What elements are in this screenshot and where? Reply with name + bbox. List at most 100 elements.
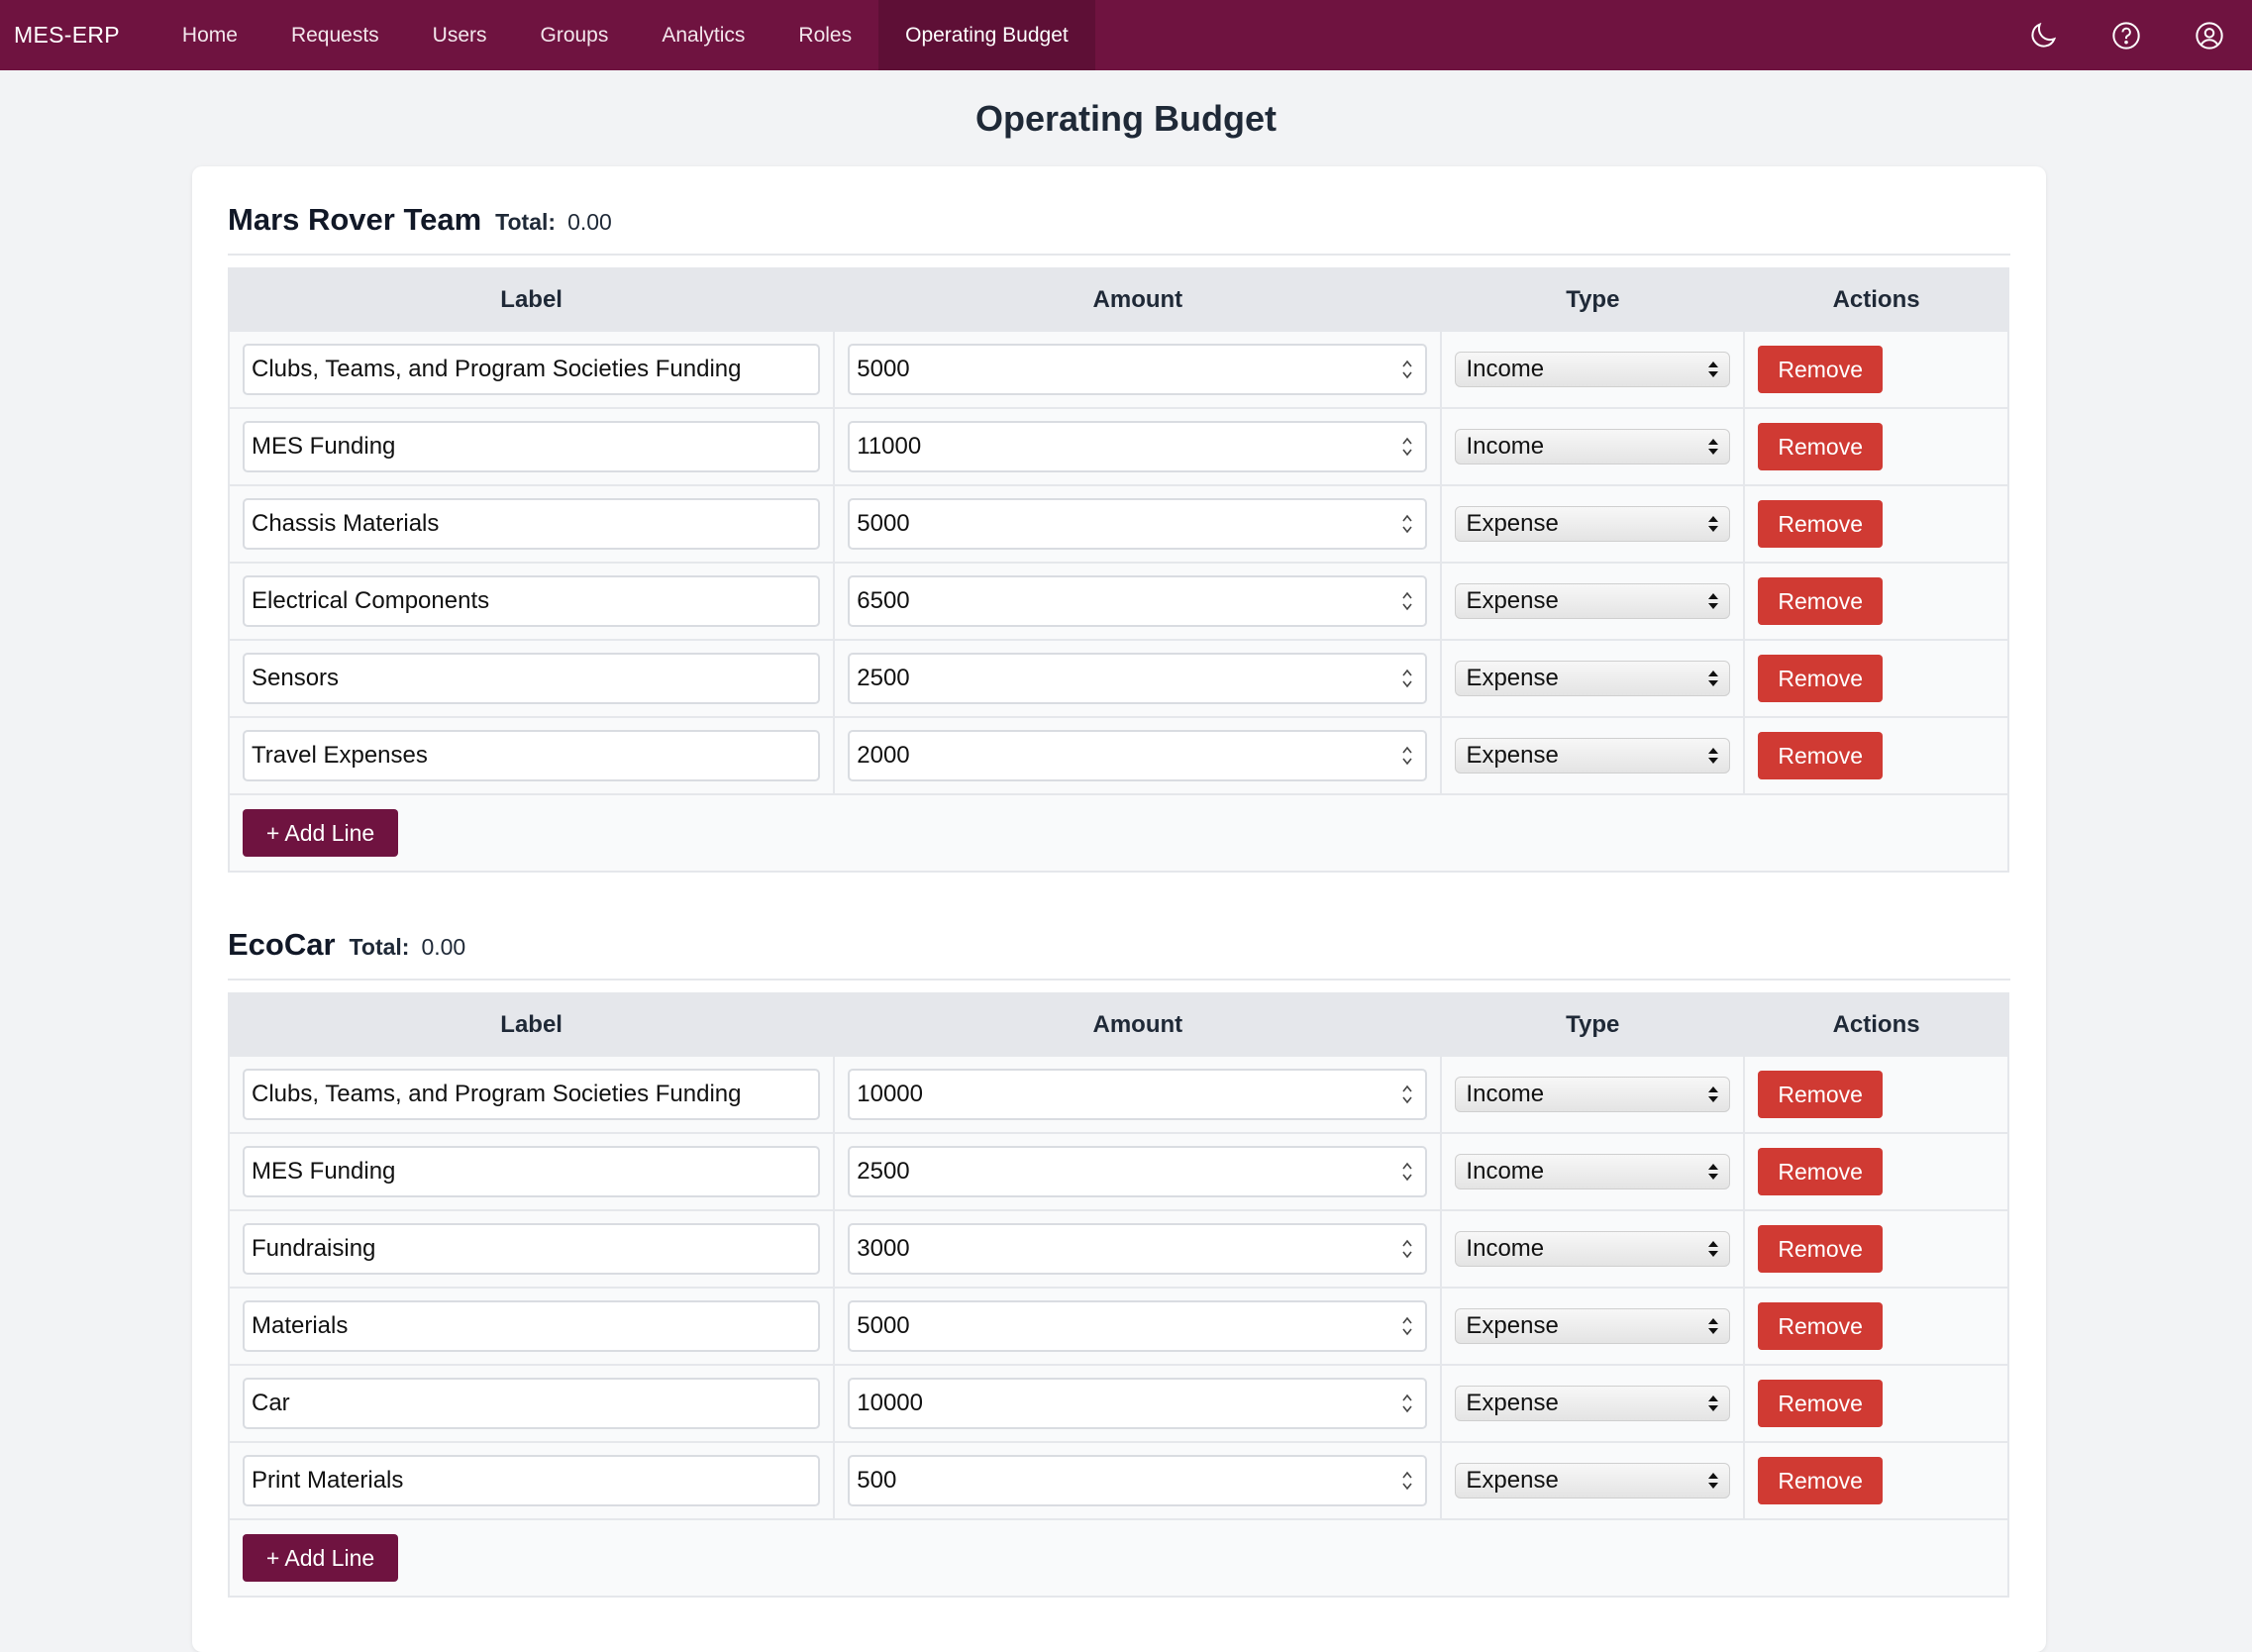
nav-item-roles[interactable]: Roles xyxy=(771,0,878,70)
label-input[interactable]: MES Funding xyxy=(243,421,821,472)
type-select[interactable]: Income xyxy=(1455,1077,1731,1112)
amount-input[interactable]: 3000 xyxy=(848,1223,1428,1275)
nav-item-home[interactable]: Home xyxy=(155,0,264,70)
nav-actions xyxy=(1977,0,2252,70)
type-select[interactable]: Expense xyxy=(1455,661,1731,696)
type-select[interactable]: Expense xyxy=(1455,1463,1731,1498)
stepper-icon[interactable] xyxy=(1400,511,1414,537)
type-select[interactable]: Expense xyxy=(1455,1308,1731,1344)
amount-input[interactable]: 2000 xyxy=(848,730,1428,781)
select-arrows-icon xyxy=(1708,1086,1719,1102)
select-arrows-icon xyxy=(1708,748,1719,764)
stepper-icon[interactable] xyxy=(1400,743,1414,769)
moon-icon[interactable] xyxy=(2026,19,2060,52)
stepper-icon[interactable] xyxy=(1400,357,1414,382)
select-arrows-icon xyxy=(1708,1395,1719,1411)
label-input[interactable]: Electrical Components xyxy=(243,575,821,627)
label-input[interactable]: Travel Expenses xyxy=(243,730,821,781)
amount-input[interactable]: 10000 xyxy=(848,1069,1428,1120)
type-select[interactable]: Income xyxy=(1455,1154,1731,1189)
add-line-button[interactable]: + Add Line xyxy=(243,809,398,857)
label-input[interactable]: Clubs, Teams, and Program Societies Fund… xyxy=(243,1069,821,1120)
remove-button[interactable]: Remove xyxy=(1758,1071,1884,1118)
nav-item-analytics[interactable]: Analytics xyxy=(635,0,771,70)
remove-button[interactable]: Remove xyxy=(1758,1457,1884,1504)
type-value: Expense xyxy=(1466,587,1559,614)
select-arrows-icon xyxy=(1708,1241,1719,1257)
nav-item-groups[interactable]: Groups xyxy=(514,0,636,70)
label-input[interactable]: Fundraising xyxy=(243,1223,821,1275)
remove-button[interactable]: Remove xyxy=(1758,1380,1884,1427)
amount-input[interactable]: 10000 xyxy=(848,1378,1428,1429)
label-input[interactable]: Print Materials xyxy=(243,1455,821,1506)
total-value: 0.00 xyxy=(567,209,612,235)
amount-input[interactable]: 2500 xyxy=(848,653,1428,704)
amount-value: 6500 xyxy=(857,587,910,614)
stepper-icon[interactable] xyxy=(1400,434,1414,460)
label-input[interactable]: Chassis Materials xyxy=(243,498,821,550)
nav-menu: Home Requests Users Groups Analytics Rol… xyxy=(155,0,1095,70)
remove-button[interactable]: Remove xyxy=(1758,655,1884,702)
remove-button[interactable]: Remove xyxy=(1758,1302,1884,1350)
amount-value: 5000 xyxy=(857,356,910,382)
amount-input[interactable]: 2500 xyxy=(848,1146,1428,1197)
remove-button[interactable]: Remove xyxy=(1758,1148,1884,1195)
remove-button[interactable]: Remove xyxy=(1758,423,1884,470)
amount-input[interactable]: 6500 xyxy=(848,575,1428,627)
label-input[interactable]: Sensors xyxy=(243,653,821,704)
table-row: Print Materials 500 Expense Remove xyxy=(229,1441,2008,1519)
stepper-icon[interactable] xyxy=(1400,1313,1414,1339)
type-select[interactable]: Expense xyxy=(1455,583,1731,619)
amount-value: 2000 xyxy=(857,742,910,769)
amount-input[interactable]: 5000 xyxy=(848,1300,1428,1352)
remove-button[interactable]: Remove xyxy=(1758,732,1884,779)
total-label: Total: xyxy=(495,209,557,235)
type-value: Expense xyxy=(1466,1467,1559,1494)
type-value: Expense xyxy=(1466,510,1559,537)
nav-item-users[interactable]: Users xyxy=(406,0,514,70)
type-select[interactable]: Expense xyxy=(1455,738,1731,774)
type-select[interactable]: Expense xyxy=(1455,1386,1731,1421)
amount-value: 2500 xyxy=(857,665,910,691)
stepper-icon[interactable] xyxy=(1400,1391,1414,1416)
label-input[interactable]: Clubs, Teams, and Program Societies Fund… xyxy=(243,344,821,395)
type-select[interactable]: Income xyxy=(1455,352,1731,387)
table-header-row: Label Amount Type Actions xyxy=(229,993,2008,1056)
column-header-type: Type xyxy=(1440,268,1745,331)
table-row: MES Funding 2500 Income Remove xyxy=(229,1132,2008,1210)
stepper-icon[interactable] xyxy=(1400,1159,1414,1185)
column-header-label: Label xyxy=(229,268,835,331)
amount-input[interactable]: 500 xyxy=(848,1455,1428,1506)
type-select[interactable]: Income xyxy=(1455,429,1731,465)
select-arrows-icon xyxy=(1708,671,1719,686)
total-value: 0.00 xyxy=(421,934,466,960)
type-select[interactable]: Expense xyxy=(1455,506,1731,542)
add-line-button[interactable]: + Add Line xyxy=(243,1534,398,1582)
type-select[interactable]: Income xyxy=(1455,1231,1731,1267)
remove-button[interactable]: Remove xyxy=(1758,577,1884,625)
user-icon[interactable] xyxy=(2193,19,2226,52)
label-input[interactable]: MES Funding xyxy=(243,1146,821,1197)
amount-input[interactable]: 5000 xyxy=(848,344,1428,395)
stepper-icon[interactable] xyxy=(1400,666,1414,691)
table-row: MES Funding 11000 Income Remove xyxy=(229,407,2008,485)
type-value: Expense xyxy=(1466,742,1559,769)
stepper-icon[interactable] xyxy=(1400,1236,1414,1262)
label-input[interactable]: Car xyxy=(243,1378,821,1429)
column-header-amount: Amount xyxy=(833,268,1442,331)
remove-button[interactable]: Remove xyxy=(1758,1225,1884,1273)
stepper-icon[interactable] xyxy=(1400,588,1414,614)
amount-input[interactable]: 5000 xyxy=(848,498,1428,550)
remove-button[interactable]: Remove xyxy=(1758,346,1884,393)
label-input[interactable]: Materials xyxy=(243,1300,821,1352)
brand-logo[interactable]: MES-ERP xyxy=(0,0,155,70)
stepper-icon[interactable] xyxy=(1400,1468,1414,1494)
help-icon[interactable] xyxy=(2109,19,2143,52)
nav-item-requests[interactable]: Requests xyxy=(264,0,406,70)
nav-item-operating-budget[interactable]: Operating Budget xyxy=(878,0,1095,70)
remove-button[interactable]: Remove xyxy=(1758,500,1884,548)
add-line-row: + Add Line xyxy=(229,793,2008,872)
column-header-actions: Actions xyxy=(1743,268,2008,331)
stepper-icon[interactable] xyxy=(1400,1082,1414,1107)
amount-input[interactable]: 11000 xyxy=(848,421,1428,472)
